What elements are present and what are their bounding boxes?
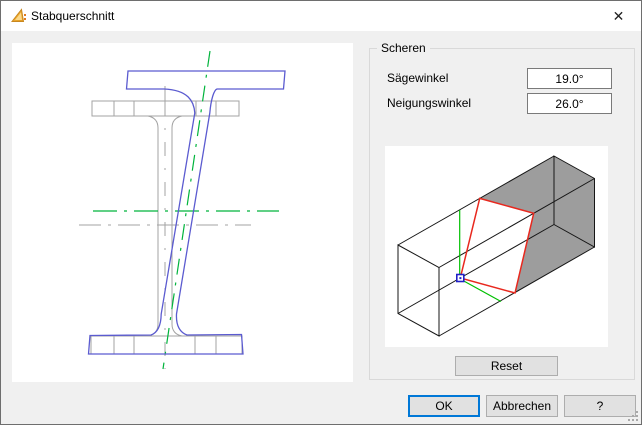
ok-button[interactable]: OK <box>408 395 480 417</box>
title-bar: Stabquerschnitt ✕ <box>1 1 641 31</box>
shear-3d-preview <box>385 146 608 347</box>
app-icon <box>10 8 26 24</box>
close-icon: ✕ <box>613 8 625 24</box>
dialog-body: Scheren Sägewinkel Neigungswinkel <box>1 31 641 424</box>
shear-3d-drawing-icon <box>385 146 608 347</box>
cross-section-preview <box>12 43 353 382</box>
window-title: Stabquerschnitt <box>31 1 114 31</box>
saegewinkel-label: Sägewinkel <box>387 68 448 89</box>
cancel-button[interactable]: Abbrechen <box>486 395 558 417</box>
neigungswinkel-input[interactable] <box>527 93 612 114</box>
stabquerschnitt-dialog: Stabquerschnitt ✕ <box>0 0 642 425</box>
neigungswinkel-label: Neigungswinkel <box>387 93 471 114</box>
saegewinkel-input[interactable] <box>527 68 612 89</box>
scheren-groupbox: Scheren Sägewinkel Neigungswinkel <box>369 48 635 380</box>
reset-button[interactable]: Reset <box>455 356 558 376</box>
groupbox-legend: Scheren <box>377 41 430 55</box>
help-button[interactable]: ? <box>564 395 636 417</box>
close-button[interactable]: ✕ <box>596 1 641 31</box>
resize-grip[interactable] <box>628 411 639 422</box>
profile-drawing-icon <box>12 43 353 382</box>
